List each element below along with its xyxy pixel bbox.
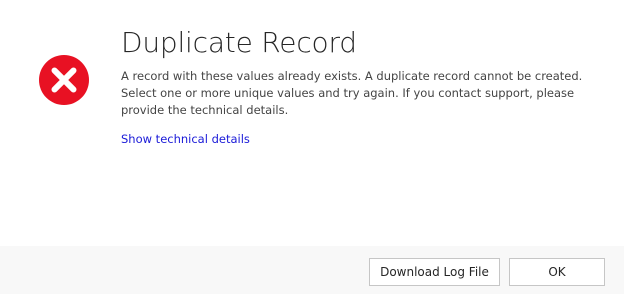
show-technical-details-link[interactable]: Show technical details xyxy=(121,132,250,146)
dialog-message: A record with these values already exist… xyxy=(121,69,583,117)
error-x-icon xyxy=(39,55,89,105)
dialog-content: Duplicate Record A record with these val… xyxy=(0,0,624,246)
dialog-footer: Download Log File OK xyxy=(0,246,624,294)
download-log-file-button[interactable]: Download Log File xyxy=(369,258,500,286)
dialog-title: Duplicate Record xyxy=(121,26,357,59)
ok-button[interactable]: OK xyxy=(509,258,605,286)
duplicate-record-dialog: Duplicate Record A record with these val… xyxy=(0,0,624,294)
